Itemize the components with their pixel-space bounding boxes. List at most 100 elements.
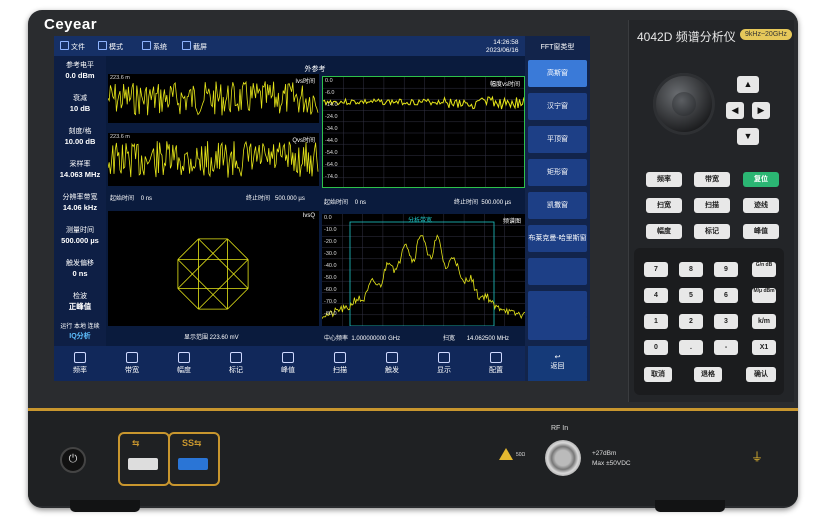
trigger-icon <box>386 352 398 363</box>
left-time-info: 起始时间 0 ns <box>110 196 153 202</box>
fft-option-rectangular[interactable]: 矩形窗 <box>528 159 587 186</box>
frequency-range-badge: 9kHz~20GHz <box>740 29 792 40</box>
key-2[interactable]: 2 <box>679 314 703 329</box>
bandwidth-icon <box>126 352 138 363</box>
param-ref-level[interactable]: 参考电平 0.0 dBm <box>56 61 104 91</box>
back-button[interactable]: ↩ 返回 <box>528 346 587 381</box>
param-detector[interactable]: 检波 正峰值 <box>56 292 104 322</box>
constellation <box>177 238 249 310</box>
softkey-peak[interactable]: 峰值 <box>262 346 314 381</box>
softkey-trigger[interactable]: 触发 <box>366 346 418 381</box>
param-scale[interactable]: 刻度/格 10.00 dB <box>56 127 104 157</box>
key-marker[interactable]: 标记 <box>694 224 730 239</box>
key-7[interactable]: 7 <box>644 262 668 277</box>
arrow-left-button[interactable]: ◀ <box>726 102 744 119</box>
key-4[interactable]: 4 <box>644 288 668 303</box>
rf-input-spec: +27dBm Max ±50VDC <box>592 450 631 467</box>
amp-y-tick: -74.0 <box>325 174 338 180</box>
sweep-icon <box>334 352 346 363</box>
flag-icon <box>230 352 242 363</box>
key-8[interactable]: 8 <box>679 262 703 277</box>
menu-system[interactable]: 系统 <box>142 41 167 52</box>
param-sample-rate[interactable]: 采样率 14.063 MHz <box>56 160 104 190</box>
menu-file[interactable]: 文件 <box>60 41 85 52</box>
spec-y-tick: -80.0 <box>324 311 337 317</box>
key-bandwidth[interactable]: 带宽 <box>694 172 730 187</box>
key-mega[interactable]: M/μ dBm <box>752 288 776 303</box>
fft-option-blackman-harris[interactable]: 布莱克曼-哈里斯窗 <box>528 225 587 252</box>
key-6[interactable]: 6 <box>714 288 738 303</box>
status-area: 运行 本地 连续 IQ分析 <box>60 324 100 340</box>
plot-spectrum[interactable]: 频谱图 分析带宽 0.0 -10.0 -20.0 -30.0 -40.0 -50.0 -60… <box>322 214 525 326</box>
power-button[interactable]: ⏻ <box>60 447 86 473</box>
fft-option-empty-3[interactable] <box>528 316 587 340</box>
key-confirm[interactable]: 确认 <box>746 367 776 382</box>
menu-mode[interactable]: 模式 <box>98 41 123 52</box>
arrow-down-button[interactable]: ▼ <box>737 128 759 145</box>
amp-y-tick: 0.0 <box>325 78 333 84</box>
key-giga[interactable]: G/n dB <box>752 262 776 277</box>
model-name: 4042D 频谱分析仪 <box>637 30 736 44</box>
menu-screenshot[interactable]: 截屏 <box>182 41 207 52</box>
key-backspace[interactable]: 退格 <box>694 367 722 382</box>
key-5[interactable]: 5 <box>679 288 703 303</box>
plot-i-vs-q[interactable]: IvsQ <box>108 211 319 326</box>
softkey-display[interactable]: 显示 <box>418 346 470 381</box>
key-cancel[interactable]: 取消 <box>644 367 672 382</box>
softkey-marker[interactable]: 标记 <box>210 346 262 381</box>
fft-option-empty-2[interactable] <box>528 291 587 318</box>
key-sweep[interactable]: 扫描 <box>694 198 730 213</box>
plot-i-vs-time[interactable]: Ivs时间 223.6 m <box>108 74 319 123</box>
fft-option-gaussian[interactable]: 高斯窗 <box>528 60 587 87</box>
key-1[interactable]: 1 <box>644 314 668 329</box>
rotary-knob[interactable] <box>653 73 715 135</box>
arrow-up-button[interactable]: ▲ <box>737 76 759 93</box>
softkey-config[interactable]: 配置 <box>470 346 522 381</box>
amp-y-tick: -64.0 <box>325 162 338 168</box>
key-x1[interactable]: X1 <box>752 340 776 355</box>
param-meas-time[interactable]: 测量时间 500.000 µs <box>56 226 104 256</box>
analysis-bandwidth-label: 分析带宽 <box>408 218 433 224</box>
spec-y-tick: -60.0 <box>324 287 337 293</box>
camera-icon <box>182 41 191 50</box>
key-0[interactable]: 0 <box>644 340 668 355</box>
key-dot[interactable]: . <box>679 340 703 355</box>
arrow-right-button[interactable]: ▶ <box>752 102 770 119</box>
key-trace[interactable]: 迹线 <box>743 198 779 213</box>
frequency-icon <box>74 352 86 363</box>
key-minus[interactable]: - <box>714 340 738 355</box>
softkey-bandwidth[interactable]: 带宽 <box>106 346 158 381</box>
param-trigger-offset[interactable]: 触发偏移 0 ns <box>56 259 104 289</box>
key-frequency[interactable]: 频率 <box>646 172 682 187</box>
softkey-frequency[interactable]: 频率 <box>54 346 106 381</box>
softkey-amplitude[interactable]: 幅度 <box>158 346 210 381</box>
display-screen: 文件 模式 系统 截屏 14:26:58 2023/06/16 外参考 参考电平 0… <box>54 36 590 381</box>
rf-input-connector[interactable] <box>545 440 581 476</box>
key-3[interactable]: 3 <box>714 314 738 329</box>
fft-option-flattop[interactable]: 平顶窗 <box>528 126 587 153</box>
param-attenuation[interactable]: 衰减 10 dB <box>56 94 104 124</box>
key-amplitude[interactable]: 幅度 <box>646 224 682 239</box>
plot-amplitude-vs-time[interactable]: 幅度vs时间 0.0 -6.0 -14.0 -24.0 -34.0 -44.0 -54.0-… <box>322 76 525 188</box>
file-icon <box>60 41 69 50</box>
device-foot-left <box>70 500 140 512</box>
amp-y-tick: -6.0 <box>325 90 335 96</box>
rf-in-label: RF In <box>551 425 569 432</box>
key-kilo[interactable]: k/m <box>752 314 776 329</box>
amp-y-tick: -14.0 <box>325 102 338 108</box>
fft-option-kaiser[interactable]: 凯撒窗 <box>528 192 587 219</box>
fft-option-empty-1[interactable] <box>528 258 587 285</box>
fft-option-hanning[interactable]: 汉宁窗 <box>528 93 587 120</box>
param-rbw[interactable]: 分辨率带宽 14.06 kHz <box>56 193 104 223</box>
plot-q-vs-time[interactable]: Qvs时间 223.6 m <box>108 133 319 186</box>
ground-icon: ⏚ <box>750 450 763 464</box>
key-9[interactable]: 9 <box>714 262 738 277</box>
key-reset[interactable]: 复位 <box>743 172 779 187</box>
page-title: 外参考 <box>304 66 326 73</box>
amp-y-tick: -54.0 <box>325 150 338 156</box>
spec-y-tick: -50.0 <box>324 275 337 281</box>
key-peak[interactable]: 峰值 <box>743 224 779 239</box>
display-range: 显示范围 223.60 mV <box>184 335 239 341</box>
softkey-sweep[interactable]: 扫描 <box>314 346 366 381</box>
key-span[interactable]: 扫宽 <box>646 198 682 213</box>
